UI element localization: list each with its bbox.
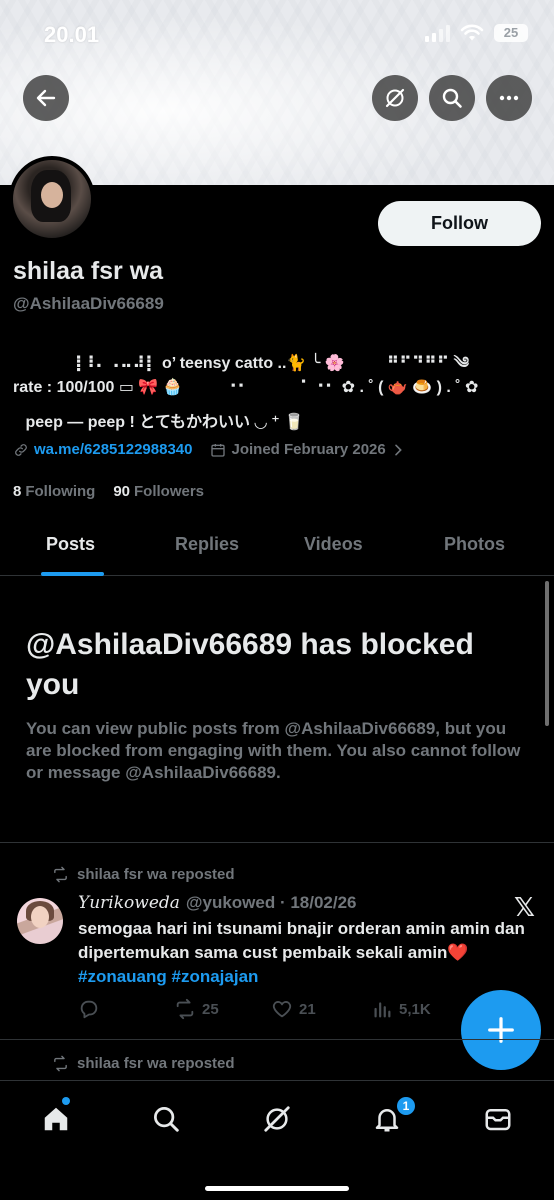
grok-icon bbox=[264, 1106, 290, 1132]
status-icons: 25 bbox=[425, 24, 528, 42]
more-horizontal-icon bbox=[499, 95, 519, 101]
grok-icon bbox=[385, 88, 405, 108]
profile-link[interactable]: wa.me/6285122988340 bbox=[34, 441, 192, 458]
post-avatar-face bbox=[31, 906, 49, 928]
display-name: shilaa fsr wa bbox=[13, 257, 164, 285]
views-chart-icon bbox=[374, 1002, 391, 1018]
compose-button[interactable] bbox=[461, 990, 541, 1070]
retweet-count: 25 bbox=[202, 1000, 219, 1018]
repost-label: shilaa fsr wa reposted bbox=[77, 866, 235, 883]
heart-icon bbox=[272, 1001, 292, 1018]
tab-photos[interactable]: Photos bbox=[444, 534, 505, 555]
repost-label-next: shilaa fsr wa reposted bbox=[77, 1055, 235, 1072]
grok-button[interactable] bbox=[372, 75, 418, 121]
scrollbar[interactable] bbox=[545, 581, 549, 726]
post-text[interactable]: semogaa hari ini tsunami bnajir orderan … bbox=[78, 917, 543, 989]
followers-label[interactable]: Followers bbox=[134, 483, 204, 500]
profile-tabs: Posts Replies Videos Photos bbox=[0, 516, 554, 576]
avatar[interactable] bbox=[9, 156, 95, 242]
search-icon bbox=[442, 88, 462, 108]
post-author-avatar[interactable] bbox=[17, 898, 63, 944]
post-body: semogaa hari ini tsunami bnajir orderan … bbox=[78, 919, 525, 962]
nav-search[interactable] bbox=[146, 1099, 186, 1139]
more-button[interactable] bbox=[486, 75, 532, 121]
follow-counts: 8 Following 90 Followers bbox=[13, 483, 218, 500]
search-icon bbox=[154, 1107, 179, 1132]
following-label[interactable]: Following bbox=[25, 483, 95, 500]
bottom-nav: 1 bbox=[0, 1080, 554, 1200]
like-count: 21 bbox=[299, 1000, 316, 1018]
battery-icon: 25 bbox=[494, 24, 528, 42]
reply-button[interactable] bbox=[78, 998, 100, 1020]
home-icon bbox=[44, 1107, 68, 1131]
bio-line-2: rate : 100/100 ▭ 🎀 🧁 ⠀⠀⠀⠐⠂⠀⠀⠀⠀⠁⠐⠂ ✿ . ˚ … bbox=[13, 379, 479, 396]
profile-meta: wa.me/6285122988340 Joined February 2026 bbox=[13, 441, 406, 458]
tab-videos[interactable]: Videos bbox=[304, 534, 363, 555]
chevron-right-icon[interactable] bbox=[390, 442, 406, 458]
post-author-meta[interactable]: @yukowed · 18/02/26 bbox=[186, 893, 357, 913]
avatar-face bbox=[41, 182, 63, 208]
repost-indicator-next[interactable]: shilaa fsr wa reposted bbox=[52, 1055, 235, 1072]
repost-indicator[interactable]: shilaa fsr wa reposted bbox=[52, 866, 235, 883]
post-author[interactable]: 𝑌𝑢𝑟𝑖𝑘𝑜𝑤𝑒𝑑𝑎 @yukowed · 18/02/26 bbox=[78, 893, 357, 913]
calendar-icon bbox=[211, 443, 226, 457]
joined-date: Joined February 2026 bbox=[231, 441, 386, 458]
status-time: 20.01 bbox=[44, 22, 100, 47]
profile-handle: @AshilaaDiv66689 bbox=[13, 294, 164, 313]
retweet-icon bbox=[176, 998, 194, 1020]
retweet-button[interactable]: 25 bbox=[174, 998, 219, 1020]
notification-badge: 1 bbox=[395, 1095, 417, 1117]
home-indicator bbox=[205, 1186, 349, 1191]
views-button[interactable]: 5,1K bbox=[371, 998, 431, 1020]
home-unread-dot bbox=[62, 1097, 70, 1105]
divider bbox=[0, 842, 554, 843]
search-button[interactable] bbox=[429, 75, 475, 121]
plus-icon bbox=[488, 1017, 514, 1043]
post-actions: 25 21 5,1K bbox=[78, 998, 458, 1022]
link-icon bbox=[15, 443, 27, 456]
status-bar: 20.01 25 bbox=[0, 0, 554, 70]
repost-icon bbox=[54, 866, 67, 883]
post-author-name[interactable]: 𝑌𝑢𝑟𝑖𝑘𝑜𝑤𝑒𝑑𝑎 bbox=[78, 893, 180, 913]
signal-icon bbox=[425, 24, 450, 42]
nav-home[interactable] bbox=[36, 1099, 76, 1139]
blocked-body: You can view public posts from @AshilaaD… bbox=[26, 719, 521, 782]
followers-count[interactable]: 90 bbox=[113, 483, 130, 500]
nav-messages[interactable] bbox=[478, 1099, 518, 1139]
bio-line-3: ⠀peep — peep ! とてもかわいい ◡ ⁺ 🥛 bbox=[13, 414, 305, 431]
divider bbox=[0, 1039, 554, 1040]
wifi-icon bbox=[460, 24, 484, 41]
following-count[interactable]: 8 bbox=[13, 483, 21, 500]
follow-button[interactable]: Follow bbox=[378, 201, 541, 246]
tab-posts[interactable]: Posts bbox=[46, 534, 95, 555]
nav-grok[interactable] bbox=[257, 1099, 297, 1139]
post-hashtags[interactable]: #zonauang #zonajajan bbox=[78, 967, 258, 986]
view-count: 5,1K bbox=[399, 1000, 431, 1018]
active-tab-indicator bbox=[41, 572, 104, 576]
like-button[interactable]: 21 bbox=[271, 998, 316, 1020]
repost-icon bbox=[54, 1055, 67, 1072]
reply-icon bbox=[80, 1000, 98, 1019]
back-button[interactable] bbox=[23, 75, 69, 121]
blocked-title: @AshilaaDiv66689 has blocked you bbox=[26, 628, 474, 701]
tab-replies[interactable]: Replies bbox=[175, 534, 239, 555]
mail-icon bbox=[485, 1109, 511, 1131]
arrow-left-icon bbox=[36, 89, 56, 107]
